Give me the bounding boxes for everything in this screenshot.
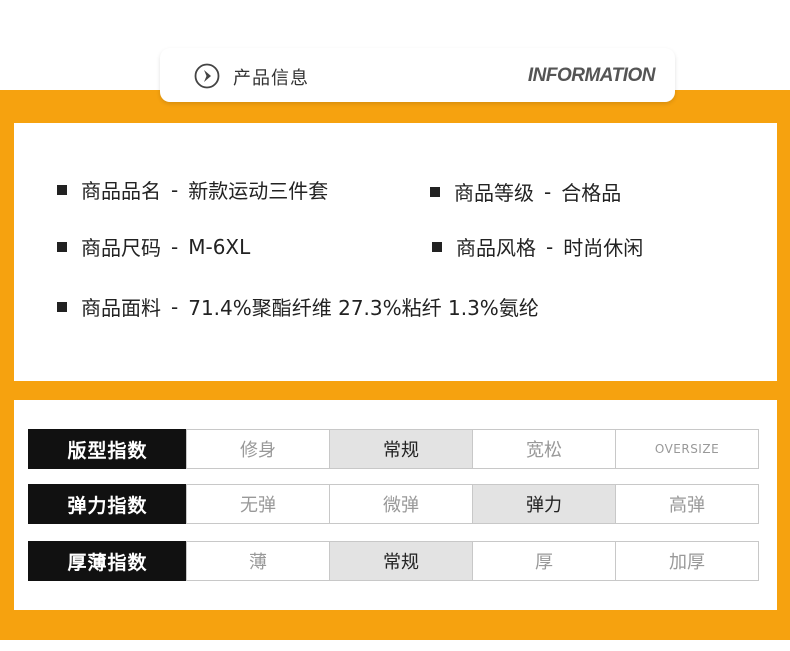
info-separator: - — [544, 179, 552, 204]
info-label: 商品风格 — [456, 236, 536, 260]
bullet-icon — [57, 241, 67, 252]
section-title-en: INFORMATION — [527, 65, 656, 86]
scale-option: OVERSIZE — [615, 429, 759, 469]
info-value: 时尚休闲 — [563, 236, 644, 260]
thickness-index-row: 厚薄指数 薄 常规 厚 加厚 — [28, 541, 764, 581]
bullet-icon — [432, 241, 442, 252]
info-separator: - — [171, 294, 179, 319]
scale-option-selected: 常规 — [329, 429, 473, 469]
scale-option: 厚 — [472, 541, 616, 581]
row-label: 弹力指数 — [28, 484, 187, 524]
info-label: 商品品名 — [81, 179, 161, 203]
info-value: 71.4%聚酯纤维 27.3%粘纤 1.3%氨纶 — [188, 296, 539, 320]
info-item-size: 商品尺码 - M-6XL — [57, 232, 250, 261]
elasticity-index-row: 弹力指数 无弹 微弹 弹力 高弹 — [28, 484, 764, 524]
info-value: M-6XL — [188, 234, 251, 259]
scale-option-selected: 弹力 — [472, 484, 616, 524]
info-separator: - — [171, 177, 179, 202]
info-separator: - — [171, 234, 179, 259]
info-item-grade: 商品等级 - 合格品 — [430, 177, 621, 206]
scale-option: 修身 — [186, 429, 330, 469]
product-info-panel: 商品品名 - 新款运动三件套 商品等级 - 合格品 商品尺码 - M-6XL 商… — [14, 123, 777, 381]
row-label: 版型指数 — [28, 429, 187, 469]
scale-option: 无弹 — [186, 484, 330, 524]
bullet-icon — [430, 186, 440, 197]
bullet-icon — [57, 301, 67, 312]
scale-option: 微弹 — [329, 484, 473, 524]
scale-option: 薄 — [186, 541, 330, 581]
bullet-icon — [57, 184, 67, 195]
chevron-circle-right-icon — [194, 63, 220, 89]
row-label: 厚薄指数 — [28, 541, 187, 581]
info-value: 新款运动三件套 — [188, 179, 329, 203]
scale-option: 加厚 — [615, 541, 759, 581]
info-separator: - — [546, 234, 554, 259]
info-label: 商品面料 — [81, 296, 161, 320]
fit-index-row: 版型指数 修身 常规 宽松 OVERSIZE — [28, 429, 764, 469]
info-item-name: 商品品名 - 新款运动三件套 — [57, 175, 328, 204]
info-label: 商品等级 — [454, 181, 534, 205]
section-header: 产品信息 INFORMATION — [160, 48, 675, 102]
scale-option: 高弹 — [615, 484, 759, 524]
info-label: 商品尺码 — [81, 236, 161, 260]
info-item-fabric: 商品面料 - 71.4%聚酯纤维 27.3%粘纤 1.3%氨纶 — [57, 292, 539, 321]
info-item-style: 商品风格 - 时尚休闲 — [432, 232, 643, 261]
index-scale-panel: 版型指数 修身 常规 宽松 OVERSIZE 弹力指数 无弹 微弹 弹力 高弹 … — [14, 400, 777, 610]
scale-option-selected: 常规 — [329, 541, 473, 581]
info-value: 合格品 — [561, 181, 622, 205]
section-title: 产品信息 — [233, 68, 309, 89]
scale-option: 宽松 — [472, 429, 616, 469]
